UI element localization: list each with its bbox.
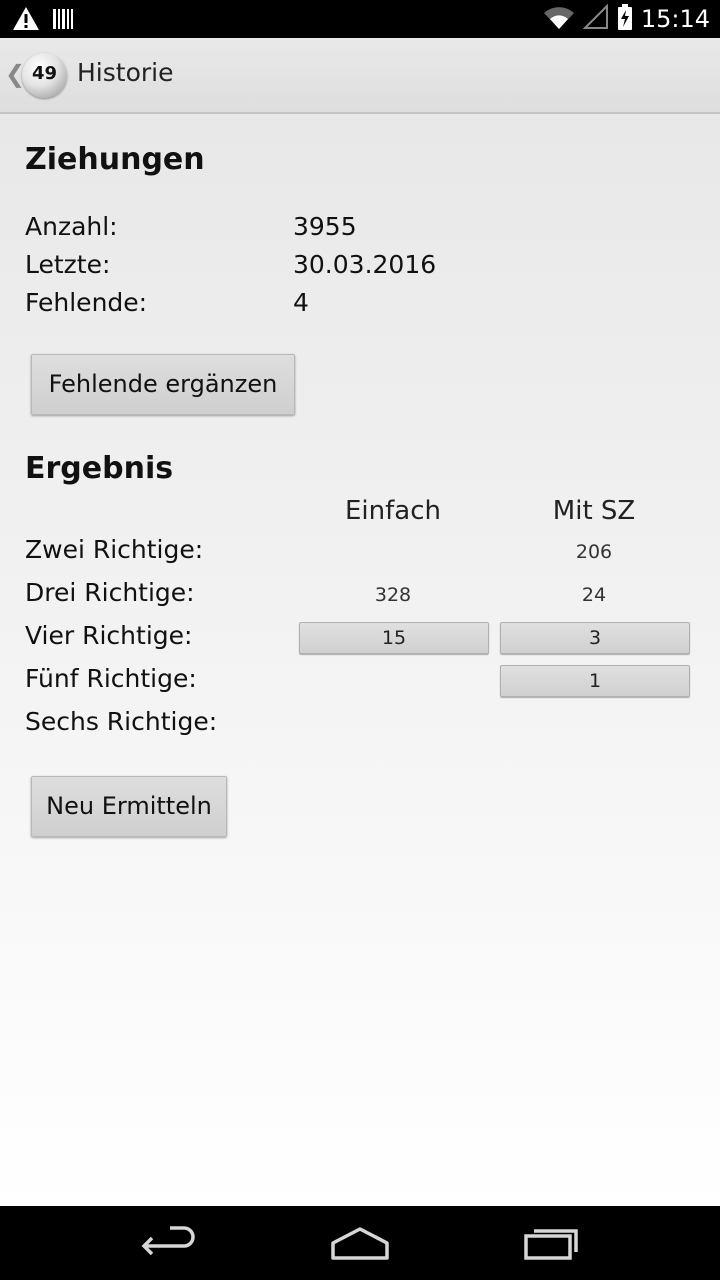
- label-fehlende: Fehlende:: [25, 288, 148, 317]
- neu-ermitteln-button[interactable]: Neu Ermitteln: [31, 776, 227, 837]
- recent-apps-icon[interactable]: [522, 1224, 582, 1268]
- home-icon[interactable]: [330, 1224, 390, 1268]
- value-anzahl: 3955: [293, 212, 357, 241]
- row-label-drei-richtige: Drei Richtige:: [25, 578, 195, 607]
- action-bar: ❮ 49 Historie: [0, 38, 720, 114]
- vier-mit-sz-button[interactable]: 3: [500, 622, 690, 654]
- page-title: Historie: [77, 58, 174, 87]
- row-label-vier-richtige: Vier Richtige:: [25, 621, 193, 650]
- wifi-icon: [543, 4, 575, 34]
- fehlende-ergaenzen-button[interactable]: Fehlende ergänzen: [31, 354, 295, 415]
- clock: 15:14: [640, 5, 710, 33]
- warning-icon: [12, 6, 40, 36]
- value-zwei-mit-sz: 206: [575, 541, 613, 563]
- fuenf-mit-sz-button[interactable]: 1: [500, 665, 690, 697]
- battery-icon: [617, 3, 633, 35]
- value-fehlende: 4: [293, 288, 309, 317]
- label-anzahl: Anzahl:: [25, 212, 118, 241]
- row-label-fuenf-richtige: Fünf Richtige:: [25, 664, 197, 693]
- label-letzte: Letzte:: [25, 250, 111, 279]
- row-label-sechs-richtige: Sechs Richtige:: [25, 707, 218, 736]
- app-logo: 49: [22, 53, 67, 98]
- column-header-mit-sz: Mit SZ: [552, 496, 636, 526]
- value-drei-einfach: 328: [374, 584, 412, 606]
- column-header-einfach: Einfach: [345, 496, 441, 526]
- section-title-ergebnis: Ergebnis: [25, 451, 174, 486]
- vier-einfach-button[interactable]: 15: [299, 622, 489, 654]
- content-area: Ziehungen Anzahl: 3955 Letzte: 30.03.201…: [0, 114, 720, 1206]
- row-label-zwei-richtige: Zwei Richtige:: [25, 535, 204, 564]
- barcode-icon: [52, 7, 74, 35]
- section-title-ziehungen: Ziehungen: [25, 142, 205, 177]
- value-drei-mit-sz: 24: [581, 584, 607, 606]
- status-bar: 15:14: [0, 0, 720, 38]
- back-icon[interactable]: [140, 1224, 198, 1268]
- navigation-bar: [0, 1206, 720, 1280]
- value-letzte: 30.03.2016: [293, 250, 437, 279]
- signal-icon: [582, 3, 609, 34]
